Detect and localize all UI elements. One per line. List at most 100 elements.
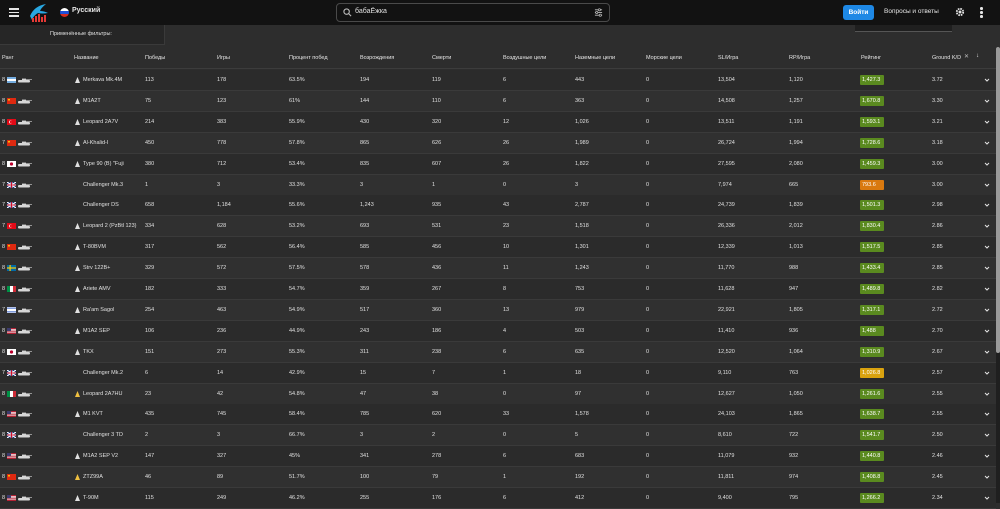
column-header-deaths[interactable]: Смерти xyxy=(432,55,451,61)
table-row[interactable]: 8 Leopard 2A7HU 23 42 54.8% 47 38 0 97 0 12,627 1,0… xyxy=(0,383,996,405)
deaths-cell: 186 xyxy=(432,327,442,334)
table-row[interactable]: 8 T-90M 115 249 46.2% 255 176 6 412 0 9,400 795 2.34… xyxy=(0,488,996,509)
vehicle-name-cell[interactable]: Strv 122B+ xyxy=(83,265,110,271)
language-selector[interactable]: Русский xyxy=(72,7,100,14)
vehicle-name-cell[interactable]: Leopard 2A7HU xyxy=(83,391,122,397)
table-row[interactable]: 7 Challenger DS 658 1,184 55.6% 1,243 935 43 2,7… xyxy=(0,195,996,217)
vehicle-name-cell[interactable]: Ariete AMV xyxy=(83,286,111,292)
scrollbar[interactable] xyxy=(996,47,1000,503)
table-row[interactable]: 8 TKX 151 273 55.3% 311 238 6 635 0 12,520 1,064 2.6… xyxy=(0,341,996,363)
vehicle-name-cell[interactable]: Challenger Mk.2 xyxy=(83,370,123,376)
column-header-sl[interactable]: SL/Игра xyxy=(718,55,738,61)
gear-icon[interactable] xyxy=(955,7,965,17)
chevron-down-icon[interactable] xyxy=(984,140,990,146)
column-header-air-targets[interactable]: Воздушные цели xyxy=(503,55,546,61)
column-header-spawns[interactable]: Возрождения xyxy=(360,55,394,61)
chevron-down-icon[interactable] xyxy=(984,411,990,417)
table-row[interactable]: 7 Leopard 2 (PzBtl 123) 334 628 53.2% 693 531 2… xyxy=(0,216,996,238)
table-row[interactable]: 7 Al-Khalid-I 450 778 57.8% 865 626 26 1,989 0 26,… xyxy=(0,132,996,154)
chevron-down-icon[interactable] xyxy=(984,265,990,271)
table-row[interactable]: 7 Challenger Mk.3 1 3 33.3% 3 1 0 3 0 7,974 665 3.00… xyxy=(0,174,996,196)
column-header-name[interactable]: Название xyxy=(74,55,99,61)
column-header-winrate[interactable]: Процент побед xyxy=(289,55,328,61)
column-header-ground-targets[interactable]: Наземные цели xyxy=(575,55,615,61)
chevron-down-icon[interactable] xyxy=(984,391,990,397)
dolphin-logo-icon[interactable] xyxy=(28,2,50,23)
table-row[interactable]: 8 Strv 122B+ 329 572 57.5% 578 436 11 1,243 0 11,7… xyxy=(0,258,996,280)
table-row[interactable]: 8 M1 KVT 435 745 58.4% 785 620 33 1,578 0 24,103 1,… xyxy=(0,404,996,426)
rp-cell: 1,064 xyxy=(789,348,803,355)
clear-sort-icon[interactable]: ✕ xyxy=(964,53,969,60)
chevron-down-icon[interactable] xyxy=(984,495,990,501)
search-input[interactable]: бабаЁжка xyxy=(355,8,387,15)
table-row[interactable]: 8 M1A2 SEP 106 236 44.9% 243 186 4 503 0 11,410 936… xyxy=(0,320,996,342)
column-header-ground-kd[interactable]: Ground K/D xyxy=(932,55,961,61)
vehicle-name-cell[interactable]: Leopard 2A7V xyxy=(83,119,118,125)
table-row[interactable]: 7 Ra'am Sagol 254 463 54.9% 517 360 13 979 0 22,92… xyxy=(0,299,996,321)
faq-link[interactable]: Вопросы и ответы xyxy=(884,8,939,15)
chevron-down-icon[interactable] xyxy=(984,119,990,125)
vehicle-name-cell[interactable]: Ra'am Sagol xyxy=(83,307,114,313)
sort-desc-icon[interactable]: ↓ xyxy=(976,53,979,59)
chevron-down-icon[interactable] xyxy=(984,98,990,104)
vehicle-name-cell[interactable]: T-80BVM xyxy=(83,244,106,250)
deaths-cell: 38 xyxy=(432,390,439,397)
vehicle-name-cell[interactable]: Leopard 2 (PzBtl 123) xyxy=(83,223,137,229)
filter-settings-icon[interactable] xyxy=(594,8,603,17)
chevron-down-icon[interactable] xyxy=(984,223,990,229)
menu-icon[interactable] xyxy=(9,8,19,17)
chevron-down-icon[interactable] xyxy=(984,244,990,250)
vehicle-name-cell[interactable]: Al-Khalid-I xyxy=(83,140,108,146)
chevron-down-icon[interactable] xyxy=(984,328,990,334)
chevron-down-icon[interactable] xyxy=(984,453,990,459)
vehicle-name-cell[interactable]: M1A2 SEP xyxy=(83,328,110,334)
table-row[interactable]: 8 ZTZ99A 46 89 51.7% 100 79 1 192 0 11,811 974 2.45 1… xyxy=(0,467,996,489)
column-header-wins[interactable]: Победы xyxy=(145,55,165,61)
more-vert-icon[interactable] xyxy=(980,7,984,18)
vehicle-name-cell[interactable]: Type 90 (B) "Fuji xyxy=(83,161,124,167)
search-bar[interactable]: бабаЁжка xyxy=(336,3,610,22)
chevron-down-icon[interactable] xyxy=(984,307,990,313)
table-row[interactable]: 8 M1A2 SEP V2 147 327 45% 341 278 6 683 0 11,079 93… xyxy=(0,446,996,468)
vehicle-name-cell[interactable]: M1 KVT xyxy=(83,411,103,417)
chevron-down-icon[interactable] xyxy=(984,77,990,83)
column-header-rank[interactable]: Ранг xyxy=(2,55,14,61)
chevron-down-icon[interactable] xyxy=(984,370,990,376)
secondary-input[interactable] xyxy=(855,25,952,32)
table-row[interactable]: 8 Merkava Mk.4M 113 178 63.5% 194 119 6 443 0 13,5… xyxy=(0,70,996,91)
sl-cell: 26,336 xyxy=(718,223,735,230)
vehicle-name-cell[interactable]: M1A2T xyxy=(83,98,101,104)
table-row[interactable]: 8 Type 90 (B) "Fuji 380 712 53.4% 835 607 26 1,8… xyxy=(0,153,996,175)
column-header-naval-targets[interactable]: Морские цели xyxy=(646,55,682,61)
vehicle-name-cell[interactable]: T-90M xyxy=(83,495,99,501)
chevron-down-icon[interactable] xyxy=(984,432,990,438)
chevron-down-icon[interactable] xyxy=(984,286,990,292)
scrollbar-thumb[interactable] xyxy=(996,47,1000,353)
vehicle-name-cell[interactable]: Challenger 3 TD xyxy=(83,432,123,438)
table-row[interactable]: 7 Challenger Mk.2 6 14 42.9% 15 7 1 18 0 9,110 763 2… xyxy=(0,362,996,384)
chevron-down-icon[interactable] xyxy=(984,349,990,355)
chevron-down-icon[interactable] xyxy=(984,182,990,188)
column-header-games[interactable]: Игры xyxy=(217,55,230,61)
vehicle-name-cell[interactable]: Challenger DS xyxy=(83,202,119,208)
vehicle-name-cell[interactable]: M1A2 SEP V2 xyxy=(83,453,118,459)
table-row[interactable]: 8 Challenger 3 TD 2 3 66.7% 3 2 0 5 0 8,610 722 2.50… xyxy=(0,425,996,447)
tank-silhouette-icon xyxy=(18,245,32,250)
chevron-down-icon[interactable] xyxy=(984,202,990,208)
premium-type-icon xyxy=(75,474,80,481)
table-row[interactable]: 8 Ariete AMV 182 333 54.7% 359 267 8 753 0 11,628 9… xyxy=(0,279,996,300)
chevron-down-icon[interactable] xyxy=(984,161,990,167)
vehicle-name-cell[interactable]: ZTZ99A xyxy=(83,474,103,480)
chevron-down-icon[interactable] xyxy=(984,474,990,480)
table-row[interactable]: 8 T-80BVM 317 562 56.4% 585 456 10 1,301 0 12,339 1… xyxy=(0,237,996,259)
kd-cell: 2.55 xyxy=(932,411,943,418)
column-header-rp[interactable]: RP/Игра xyxy=(789,55,810,61)
vehicle-name-cell[interactable]: Merkava Mk.4M xyxy=(83,77,122,83)
vehicle-name-cell[interactable]: TKX xyxy=(83,349,94,355)
table-row[interactable]: 8 Leopard 2A7V 214 383 55.9% 430 320 12 1,026 0 13… xyxy=(0,111,996,133)
russian-flag-icon[interactable] xyxy=(60,8,69,17)
vehicle-name-cell[interactable]: Challenger Mk.3 xyxy=(83,182,123,188)
column-header-rating[interactable]: Рейтинг xyxy=(861,55,881,61)
login-button[interactable]: Войти xyxy=(843,5,874,20)
table-row[interactable]: 8 M1A2T 75 123 61% 144 110 6 363 0 14,508 1,257 3.30… xyxy=(0,90,996,112)
